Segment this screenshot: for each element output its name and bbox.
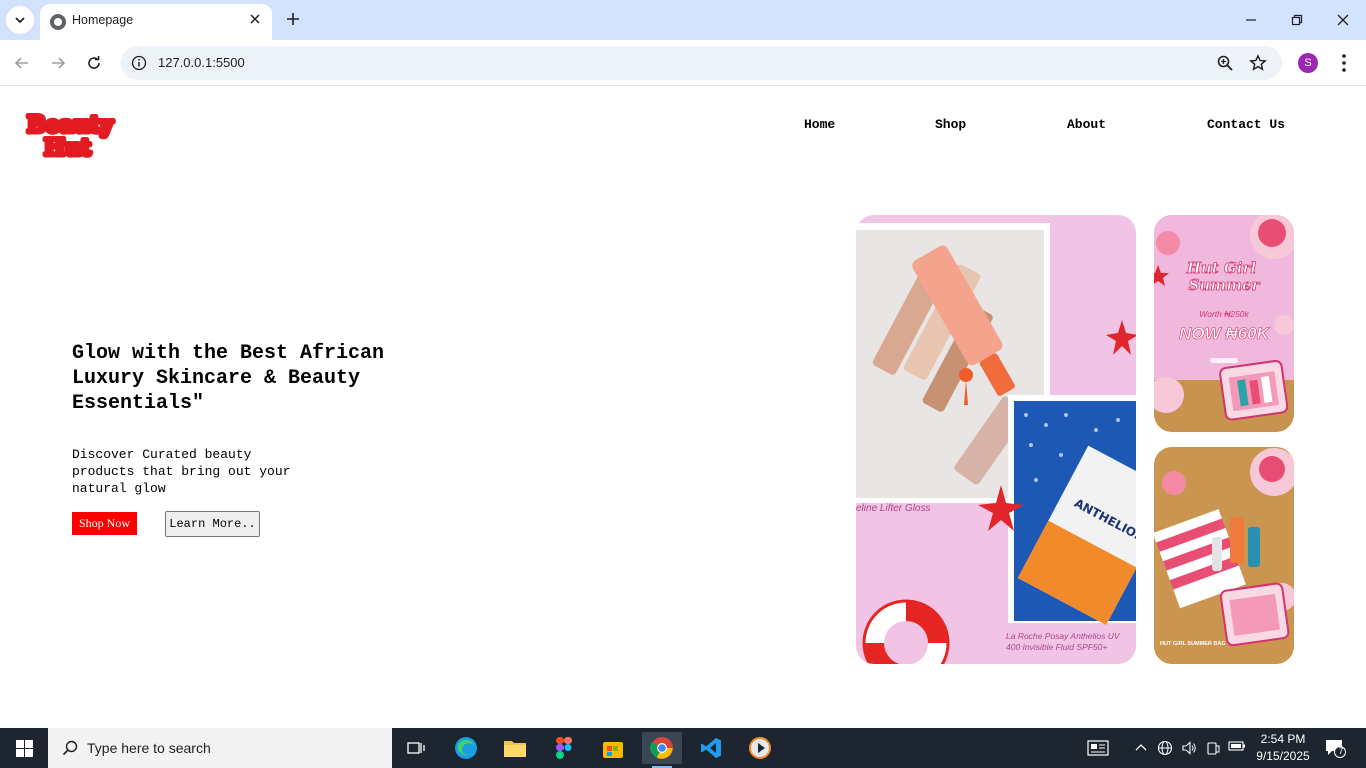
play-icon xyxy=(749,737,771,759)
tab-search-button[interactable] xyxy=(6,6,34,34)
back-button[interactable] xyxy=(10,51,34,75)
url-text[interactable]: 127.0.0.1:5500 xyxy=(158,55,245,70)
windows-icon xyxy=(15,739,33,757)
more-menu-icon[interactable] xyxy=(1335,52,1353,74)
nav-shop[interactable]: Shop xyxy=(935,117,966,132)
caption-la-roche-posay: La Roche Posay Anthelios UV 400 Invisibl… xyxy=(1006,631,1122,652)
minimize-button[interactable] xyxy=(1228,6,1274,34)
arrow-left-icon xyxy=(14,57,28,69)
news-widget-icon[interactable] xyxy=(1086,740,1110,756)
promo-image-hut-girl-summer: Hut Girl Summer Worth ₦250k NOW ₦60K xyxy=(1154,215,1294,432)
figma-app[interactable] xyxy=(544,732,584,764)
forward-button[interactable] xyxy=(46,51,70,75)
taskbar-clock[interactable]: 2:54 PM 9/15/2025 xyxy=(1253,731,1313,765)
minimize-icon xyxy=(1246,19,1256,21)
task-view-button[interactable] xyxy=(396,732,436,764)
chrome-app[interactable] xyxy=(642,732,682,768)
globe-icon xyxy=(1157,740,1173,756)
caption-lifter-gloss: eline Lifter Gloss xyxy=(856,503,930,514)
search-icon xyxy=(62,740,78,756)
nav-contact-us[interactable]: Contact Us xyxy=(1207,117,1285,132)
browser-toolbar: 127.0.0.1:5500 S xyxy=(0,40,1366,86)
media-player-app[interactable] xyxy=(740,732,780,764)
beauty-hut-logo[interactable]: Beauty Beauty Hut Hut xyxy=(22,109,122,162)
close-window-button[interactable] xyxy=(1320,6,1366,34)
tab-homepage[interactable]: Homepage xyxy=(40,4,272,40)
chevron-up-icon xyxy=(1135,744,1147,751)
arrow-right-icon xyxy=(52,57,66,69)
close-tab-button[interactable] xyxy=(246,11,264,29)
folder-icon xyxy=(504,741,526,757)
file-explorer-app[interactable] xyxy=(495,732,535,764)
volume-tray[interactable] xyxy=(1180,740,1198,756)
tab-strip: Homepage xyxy=(0,0,1366,40)
clock-date: 9/15/2025 xyxy=(1256,749,1310,763)
network-tray[interactable] xyxy=(1156,740,1174,756)
hero-title: Glow with the Best African Luxury Skinca… xyxy=(72,342,385,415)
task-view-icon xyxy=(407,742,425,754)
nav-home[interactable]: Home xyxy=(804,117,835,132)
store-icon xyxy=(603,742,623,758)
web-page: Beauty Beauty Hut Hut Home Shop About Co… xyxy=(0,87,1366,728)
hut-girl-summer-ad: Hut Girl Summer Worth ₦250k NOW ₦60K xyxy=(1154,215,1294,432)
taskbar-search-placeholder: Type here to search xyxy=(87,740,211,756)
summer-bag-label: HUT GIRL SUMMER BAG xyxy=(1160,641,1226,647)
shop-now-button[interactable]: Shop Now xyxy=(72,512,137,535)
speaker-icon xyxy=(1182,741,1196,755)
clock-time: 2:54 PM xyxy=(1260,732,1306,746)
worth-text: Worth ₦250k xyxy=(1199,309,1249,319)
figma-icon xyxy=(556,737,572,759)
nav-about[interactable]: About xyxy=(1067,117,1106,132)
plus-icon xyxy=(287,13,299,25)
microsoft-store-app[interactable] xyxy=(593,732,633,764)
hut-girl-summer-headline: Hut Girl Summer xyxy=(1186,259,1262,294)
globe-icon xyxy=(50,14,66,30)
restore-icon xyxy=(1291,14,1303,26)
reload-button[interactable] xyxy=(82,51,106,75)
star-icon[interactable] xyxy=(1249,54,1267,72)
cosmetics-collage: ANTHELIOS 50+ eline Lifter Gloss La Roch… xyxy=(856,223,1136,664)
vscode-app[interactable] xyxy=(691,732,731,764)
reload-icon xyxy=(88,56,100,69)
notification-count: 7 xyxy=(1338,746,1344,756)
taskbar-search-box[interactable]: Type here to search xyxy=(48,728,392,768)
learn-more-button[interactable]: Learn More.. xyxy=(165,511,260,537)
close-icon xyxy=(250,14,260,24)
battery-icon xyxy=(1228,741,1245,751)
promo-image-main: ANTHELIOS 50+ eline Lifter Gloss La Roch… xyxy=(856,215,1136,664)
news-icon xyxy=(1087,740,1109,756)
zoom-icon[interactable] xyxy=(1216,54,1234,72)
profile-avatar[interactable]: S xyxy=(1298,53,1318,73)
new-tab-button[interactable] xyxy=(282,8,304,30)
hero-subtitle: Discover Curated beauty products that br… xyxy=(72,447,291,496)
info-icon[interactable] xyxy=(131,55,147,71)
start-button[interactable] xyxy=(0,728,48,768)
summer-bag-ad: HUT GIRL SUMMER BAG xyxy=(1154,447,1294,664)
close-icon xyxy=(1337,14,1349,26)
chevron-down-icon xyxy=(15,17,25,24)
notification-center-button[interactable]: 7 xyxy=(1324,738,1346,758)
edge-app[interactable] xyxy=(446,732,486,764)
taskbar: Type here to search 2:54 PM 9/15/2025 7 xyxy=(0,728,1366,768)
logo-text-bottom-fill: Hut xyxy=(44,135,92,161)
promo-image-summer-bag: HUT GIRL SUMMER BAG xyxy=(1154,447,1294,664)
edge-icon xyxy=(455,737,477,759)
show-hidden-icons[interactable] xyxy=(1132,740,1150,756)
phone-link-icon xyxy=(1207,742,1220,755)
restore-button[interactable] xyxy=(1274,6,1320,34)
battery-tray[interactable] xyxy=(1228,740,1246,756)
vscode-icon xyxy=(701,738,721,758)
tab-title: Homepage xyxy=(72,13,134,27)
price-text: NOW ₦60K xyxy=(1179,324,1270,343)
address-bar[interactable]: 127.0.0.1:5500 xyxy=(121,46,1282,80)
chrome-icon xyxy=(650,737,673,759)
device-tray[interactable] xyxy=(1204,740,1222,756)
